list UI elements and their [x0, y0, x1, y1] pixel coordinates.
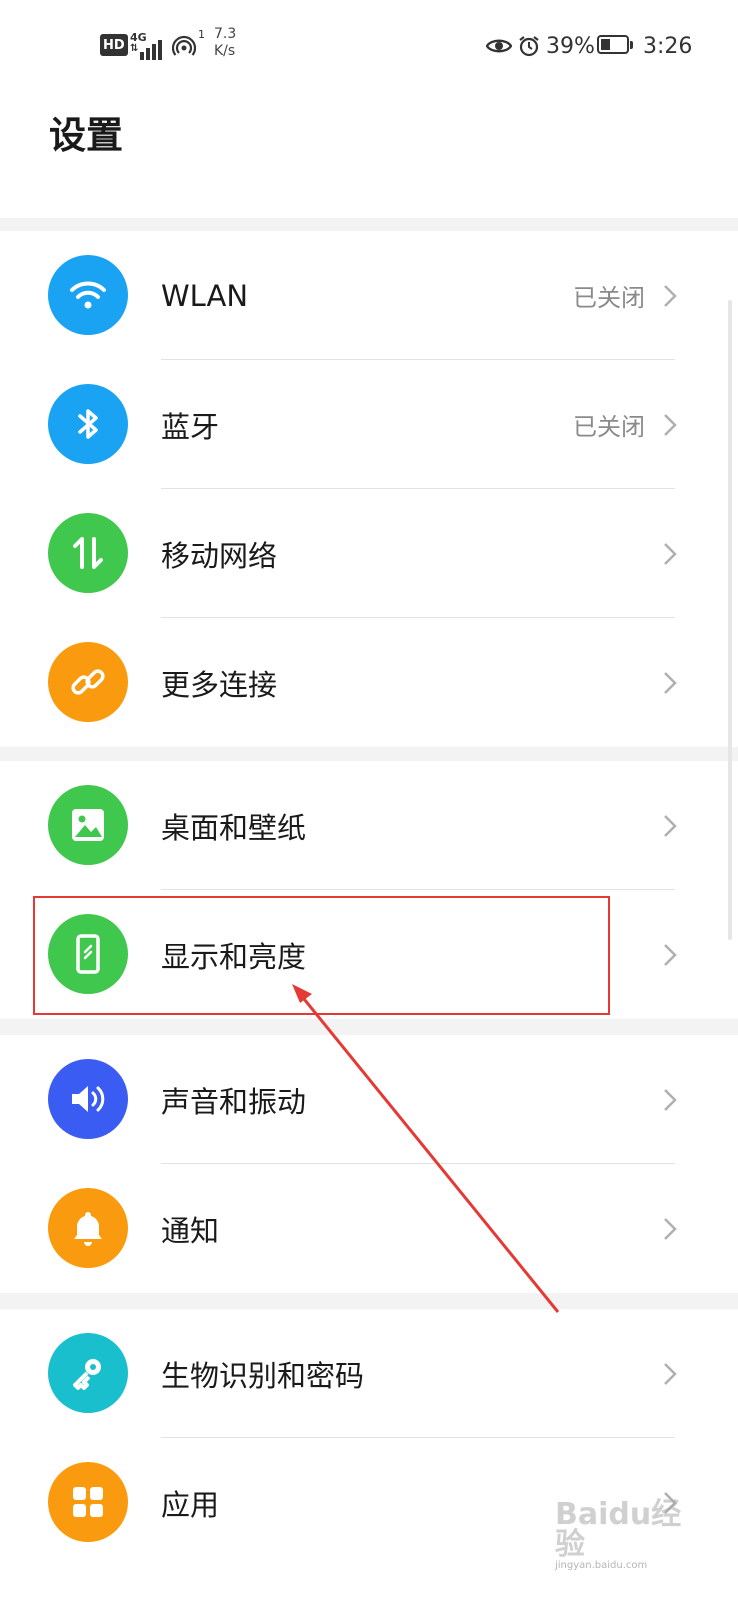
chevron-right-icon [662, 618, 678, 747]
net-speed: 7.3 K/s [214, 26, 236, 60]
signal-icon [140, 32, 162, 60]
settings-item-label: WLAN [161, 278, 249, 313]
eye-comfort-icon [486, 22, 512, 70]
settings-item-biometrics-password[interactable]: 生物识别和密码 [0, 1309, 738, 1438]
settings-item-more-connections[interactable]: 更多连接 [0, 618, 738, 747]
clock: 3:26 [643, 33, 693, 59]
settings-item-label: 蓝牙 [161, 409, 220, 444]
chevron-right-icon [662, 1035, 678, 1164]
chevron-right-icon [662, 761, 678, 890]
chevron-right-icon [662, 489, 678, 618]
mobile-data-icon [48, 513, 128, 593]
page-title: 设置 [49, 114, 123, 157]
alarm-icon [517, 22, 541, 70]
settings-item-sound-vibration[interactable]: 声音和振动 [0, 1035, 738, 1164]
baidu-watermark-logo: Baidu经验 jingyan.baidu.com [555, 1500, 705, 1572]
scrollbar[interactable] [728, 300, 732, 940]
settings-item-home-wallpaper[interactable]: 桌面和壁纸 [0, 761, 738, 890]
hotspot-icon [172, 22, 196, 70]
settings-item-mobile-network[interactable]: 移动网络 [0, 489, 738, 618]
wifi-icon [48, 255, 128, 335]
settings-item-label: 通知 [161, 1213, 220, 1248]
chevron-right-icon [662, 1309, 678, 1438]
link-icon [48, 642, 128, 722]
settings-item-label: 显示和亮度 [161, 939, 307, 974]
volume-icon [48, 1059, 128, 1139]
watermark-url: jingyan.baidu.com [555, 1560, 648, 1571]
settings-item-value: 已关闭 [573, 413, 645, 441]
apps-icon [48, 1462, 128, 1542]
bell-icon [48, 1188, 128, 1268]
net-speed-unit: K/s [214, 43, 236, 59]
settings-item-notifications[interactable]: 通知 [0, 1164, 738, 1293]
settings-group-connectivity: WLAN 已关闭 蓝牙 已关闭 移动网络 更多连接 [0, 231, 738, 747]
settings-item-label: 桌面和壁纸 [161, 810, 307, 845]
wallpaper-icon [48, 785, 128, 865]
data-arrows-icon: ⇅ [130, 43, 139, 54]
chevron-right-icon [662, 1164, 678, 1293]
status-bar: HD 4G ⇅ 1 7.3 K/s 39% 3:26 [0, 22, 738, 70]
key-icon [48, 1333, 128, 1413]
settings-item-display-brightness[interactable]: 显示和亮度 [0, 890, 738, 1019]
settings-item-label: 移动网络 [161, 538, 278, 573]
chevron-right-icon [662, 890, 678, 1019]
settings-item-bluetooth[interactable]: 蓝牙 已关闭 [0, 360, 738, 489]
hotspot-count: 1 [198, 28, 205, 41]
hd-badge: HD [100, 34, 128, 56]
chevron-right-icon [662, 360, 678, 489]
settings-group-sound: 声音和振动 通知 [0, 1035, 738, 1293]
settings-group-display: 桌面和壁纸 显示和亮度 [0, 761, 738, 1019]
battery-icon [597, 35, 633, 54]
settings-item-label: 声音和振动 [161, 1084, 307, 1119]
battery-percent: 39% [546, 33, 595, 59]
bluetooth-icon [48, 384, 128, 464]
display-icon [48, 914, 128, 994]
settings-item-wlan[interactable]: WLAN 已关闭 [0, 231, 738, 360]
settings-item-label: 更多连接 [161, 667, 278, 702]
chevron-right-icon [662, 231, 678, 360]
net-speed-value: 7.3 [214, 26, 237, 42]
settings-item-label: 生物识别和密码 [161, 1358, 365, 1393]
settings-item-value: 已关闭 [573, 284, 645, 312]
settings-item-label: 应用 [161, 1487, 220, 1522]
watermark-brand: Baidu经验 [555, 1497, 682, 1562]
